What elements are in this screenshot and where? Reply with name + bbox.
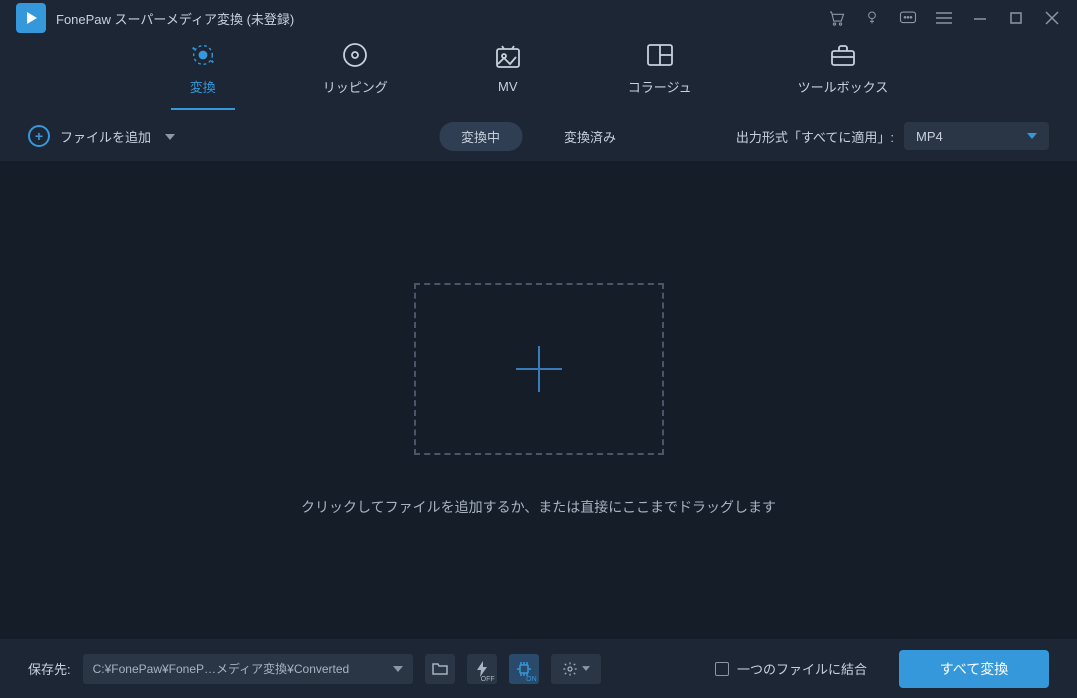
save-path-input[interactable]: C:¥FonePaw¥FoneP…メディア変換¥Converted [83, 654, 383, 684]
nav-convert-label: 変換 [190, 77, 216, 96]
chevron-down-icon [582, 666, 590, 671]
convert-icon [189, 41, 217, 69]
lightning-state: OFF [481, 676, 495, 683]
app-logo [16, 3, 46, 33]
add-file-label: ファイルを追加 [60, 127, 151, 146]
gpu-state: ON [526, 676, 537, 683]
nav-collage-label: コラージュ [628, 77, 692, 96]
drop-zone[interactable] [414, 283, 664, 455]
lightning-toggle[interactable]: OFF [467, 654, 497, 684]
gear-icon [562, 661, 578, 677]
settings-button[interactable] [551, 654, 601, 684]
key-icon[interactable] [863, 9, 881, 27]
nav-ripping[interactable]: リッピング [305, 37, 406, 110]
open-folder-button[interactable] [425, 654, 455, 684]
nav-mv-label: MV [498, 79, 518, 94]
minimize-icon[interactable] [971, 9, 989, 27]
merge-label: 一つのファイルに結合 [737, 659, 867, 678]
plus-circle-icon: + [28, 125, 50, 147]
output-format-value: MP4 [916, 129, 943, 144]
tab-converted[interactable]: 変換済み [542, 122, 638, 151]
output-format-label: 出力形式「すべてに適用」: [736, 127, 894, 146]
nav-mv[interactable]: MV [476, 39, 540, 108]
menu-icon[interactable] [935, 9, 953, 27]
ripping-icon [341, 41, 369, 69]
save-to-label: 保存先: [28, 659, 71, 678]
lightning-icon [476, 661, 488, 677]
tab-converting[interactable]: 変換中 [439, 122, 522, 151]
nav-toolbox[interactable]: ツールボックス [780, 37, 907, 110]
app-title: FonePaw スーパーメディア変換 (未登録) [56, 9, 294, 28]
gpu-toggle[interactable]: ON [509, 654, 539, 684]
chevron-down-icon [1027, 133, 1037, 139]
drop-hint-text: クリックしてファイルを追加するか、または直接にここまでドラッグします [301, 497, 776, 517]
maximize-icon[interactable] [1007, 9, 1025, 27]
nav-ripping-label: リッピング [323, 77, 388, 96]
nav-collage[interactable]: コラージュ [610, 37, 710, 110]
close-icon[interactable] [1043, 9, 1061, 27]
save-path-dropdown[interactable] [383, 654, 413, 684]
feedback-icon[interactable] [899, 9, 917, 27]
folder-icon [432, 662, 448, 676]
add-file-button[interactable]: + ファイルを追加 [28, 125, 175, 147]
nav-toolbox-label: ツールボックス [798, 77, 889, 96]
nav-convert[interactable]: 変換 [171, 37, 235, 110]
plus-icon [514, 344, 564, 394]
convert-all-button[interactable]: すべて変換 [899, 650, 1049, 688]
cart-icon[interactable] [827, 9, 845, 27]
chip-icon [516, 661, 532, 677]
merge-checkbox[interactable] [715, 662, 729, 676]
collage-icon [646, 41, 674, 69]
output-format-select[interactable]: MP4 [904, 122, 1049, 150]
chevron-down-icon[interactable] [165, 127, 175, 145]
mv-icon [494, 43, 522, 71]
toolbox-icon [829, 41, 857, 69]
